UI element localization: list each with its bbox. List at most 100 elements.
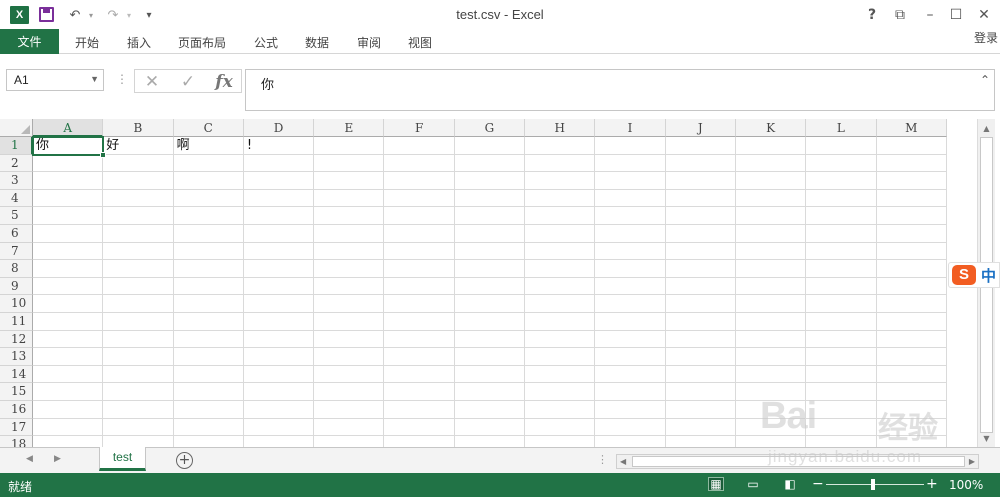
cell-k13[interactable] <box>735 348 807 366</box>
cell-a11[interactable] <box>33 312 104 331</box>
cell-k11[interactable] <box>735 312 807 331</box>
scroll-right-icon[interactable]: ▶ <box>969 457 975 466</box>
cell-h11[interactable] <box>525 312 596 331</box>
cell-e16[interactable] <box>314 400 385 419</box>
cell-h13[interactable] <box>525 348 596 366</box>
cell-i1[interactable] <box>595 137 666 155</box>
scroll-up-icon[interactable]: ▲ <box>978 120 995 136</box>
cell-g15[interactable] <box>454 383 526 401</box>
cell-f15[interactable] <box>384 383 455 401</box>
cell-f10[interactable] <box>384 295 455 313</box>
cell-h9[interactable] <box>525 277 596 296</box>
cell-k9[interactable] <box>735 277 807 296</box>
cell-l2[interactable] <box>806 154 877 173</box>
cell-b4[interactable] <box>103 189 174 208</box>
cell-a16[interactable] <box>33 400 104 419</box>
page-break-view-icon[interactable]: ◧ <box>782 477 798 491</box>
cell-j12[interactable] <box>665 330 736 349</box>
cell-e18[interactable] <box>314 436 385 447</box>
cell-g9[interactable] <box>454 277 526 296</box>
select-all-button[interactable] <box>0 119 33 137</box>
cell-j1[interactable] <box>665 137 736 155</box>
cell-g7[interactable] <box>454 242 526 261</box>
cell-c8[interactable] <box>173 260 244 278</box>
cell-j4[interactable] <box>665 189 736 208</box>
cell-d11[interactable] <box>243 312 315 331</box>
cell-k2[interactable] <box>735 154 807 173</box>
cell-e2[interactable] <box>314 154 385 173</box>
cell-l11[interactable] <box>806 312 877 331</box>
cell-e13[interactable] <box>314 348 385 366</box>
row-header-11[interactable]: 11 <box>0 312 33 331</box>
cell-c4[interactable] <box>173 189 244 208</box>
cell-g11[interactable] <box>454 312 526 331</box>
cell-j7[interactable] <box>665 242 736 261</box>
cell-g6[interactable] <box>454 224 526 243</box>
cell-a13[interactable] <box>33 348 104 366</box>
tab-insert[interactable]: 插入 <box>127 34 151 51</box>
chevron-down-icon[interactable]: ▼ <box>90 74 99 84</box>
cell-m14[interactable] <box>876 365 947 384</box>
cell-e3[interactable] <box>314 172 385 190</box>
cell-g8[interactable] <box>454 260 526 278</box>
cell-f3[interactable] <box>384 172 455 190</box>
cell-k10[interactable] <box>735 295 807 313</box>
cell-b1[interactable]: 好 <box>103 137 174 155</box>
cell-b18[interactable] <box>103 436 174 447</box>
cell-a9[interactable] <box>33 277 104 296</box>
cell-a8[interactable] <box>33 260 104 278</box>
help-button[interactable]: ? <box>860 4 884 26</box>
column-header-f[interactable]: F <box>384 119 455 137</box>
cell-m16[interactable] <box>876 400 947 419</box>
cell-a12[interactable] <box>33 330 104 349</box>
cell-f17[interactable] <box>384 418 455 437</box>
zoom-in-button[interactable]: + <box>926 476 938 492</box>
row-header-7[interactable]: 7 <box>0 242 33 261</box>
sheet-tab-test[interactable]: test <box>99 447 146 471</box>
cell-c15[interactable] <box>173 383 244 401</box>
column-header-i[interactable]: I <box>595 119 666 137</box>
worksheet-grid[interactable]: ABCDEFGHIJKLM 1 2 3 4 5 6 7 8 9 10 11 12 13 14 15 16 17 1… <box>0 119 977 447</box>
cell-e5[interactable] <box>314 207 385 225</box>
tab-formulas[interactable]: 公式 <box>254 34 278 51</box>
close-button[interactable]: ✕ <box>972 4 996 26</box>
cell-k8[interactable] <box>735 260 807 278</box>
cell-e17[interactable] <box>314 418 385 437</box>
cell-j10[interactable] <box>665 295 736 313</box>
cell-h12[interactable] <box>525 330 596 349</box>
cell-e15[interactable] <box>314 383 385 401</box>
cell-d1[interactable]: ! <box>243 137 315 155</box>
tab-view[interactable]: 视图 <box>408 34 432 51</box>
cell-c14[interactable] <box>173 365 244 384</box>
cell-l17[interactable] <box>806 418 877 437</box>
ime-status-widget[interactable]: S 中 <box>948 262 1000 288</box>
cell-j14[interactable] <box>665 365 736 384</box>
cell-e8[interactable] <box>314 260 385 278</box>
cell-h6[interactable] <box>525 224 596 243</box>
cell-h4[interactable] <box>525 189 596 208</box>
cell-k14[interactable] <box>735 365 807 384</box>
cell-m8[interactable] <box>876 260 947 278</box>
column-header-l[interactable]: L <box>806 119 877 137</box>
cell-l4[interactable] <box>806 189 877 208</box>
cell-j8[interactable] <box>665 260 736 278</box>
cell-f12[interactable] <box>384 330 455 349</box>
cell-b2[interactable] <box>103 154 174 173</box>
tab-review[interactable]: 审阅 <box>357 34 381 51</box>
resize-dots-icon[interactable]: ⋮ <box>116 72 128 86</box>
page-layout-view-icon[interactable]: ▭ <box>745 477 761 491</box>
cell-k5[interactable] <box>735 207 807 225</box>
cell-d6[interactable] <box>243 224 315 243</box>
row-header-5[interactable]: 5 <box>0 207 33 225</box>
column-header-g[interactable]: G <box>454 119 526 137</box>
cell-e12[interactable] <box>314 330 385 349</box>
cell-h16[interactable] <box>525 400 596 419</box>
cell-d16[interactable] <box>243 400 315 419</box>
cell-f1[interactable] <box>384 137 455 155</box>
cell-d17[interactable] <box>243 418 315 437</box>
cell-e11[interactable] <box>314 312 385 331</box>
cell-k1[interactable] <box>735 137 807 155</box>
row-header-3[interactable]: 3 <box>0 172 33 190</box>
tab-page-layout[interactable]: 页面布局 <box>178 34 226 51</box>
formula-input[interactable]: 你 ⌃ <box>245 69 995 111</box>
